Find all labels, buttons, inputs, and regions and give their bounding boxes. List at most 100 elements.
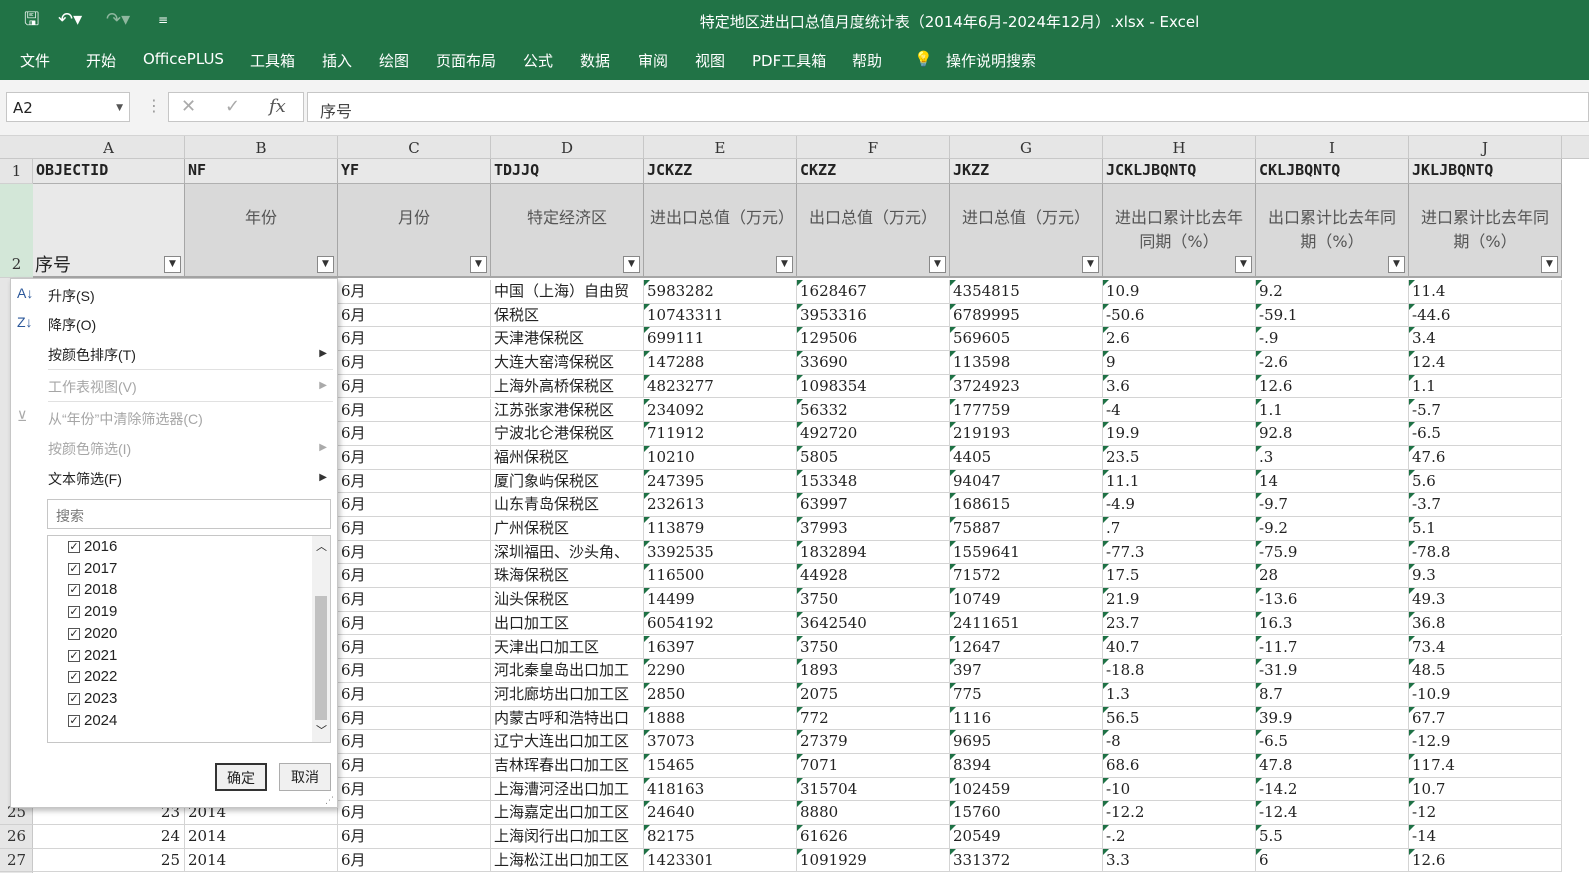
filter-value-item[interactable]: ✓ 2023 bbox=[68, 690, 117, 707]
table-cell[interactable]: -14 bbox=[1409, 825, 1562, 849]
table-cell[interactable]: 宁波北仑港保税区 bbox=[491, 422, 644, 446]
table-cell[interactable]: 25 bbox=[33, 848, 185, 873]
table-cell[interactable]: 33690 bbox=[797, 351, 950, 375]
table-cell[interactable]: 1091929 bbox=[797, 848, 950, 873]
filter-dropdown-icon[interactable]: ▼ bbox=[623, 256, 640, 273]
checkbox-checked-icon[interactable]: ✓ bbox=[68, 714, 80, 727]
table-cell[interactable]: -3.7 bbox=[1409, 493, 1562, 517]
table-cell[interactable]: 天津港保税区 bbox=[491, 327, 644, 352]
table-cell[interactable]: -2.6 bbox=[1256, 351, 1409, 375]
formula-input[interactable]: 序号 bbox=[307, 92, 1589, 122]
table-cell[interactable]: 1832894 bbox=[797, 540, 950, 565]
table-cell[interactable]: -44.6 bbox=[1409, 303, 1562, 328]
table-cell[interactable]: 492720 bbox=[797, 422, 950, 446]
table-cell[interactable]: 19.9 bbox=[1103, 422, 1256, 446]
filter-value-item[interactable]: ✓ 2024 bbox=[68, 712, 117, 729]
checkbox-checked-icon[interactable]: ✓ bbox=[68, 606, 80, 619]
table-cell[interactable]: 深圳福田、沙头角、 bbox=[491, 540, 644, 565]
table-cell[interactable]: 6 bbox=[1256, 848, 1409, 873]
table-cell[interactable]: 2075 bbox=[797, 682, 950, 707]
checkbox-checked-icon[interactable]: ✓ bbox=[68, 627, 80, 640]
table-cell[interactable]: 天津出口加工区 bbox=[491, 635, 644, 660]
table-cell[interactable]: 63997 bbox=[797, 493, 950, 517]
table-cell[interactable]: 16.3 bbox=[1256, 611, 1409, 636]
table-cell[interactable]: 234092 bbox=[644, 398, 797, 423]
table-cell[interactable]: 中国（上海）自由贸 bbox=[491, 280, 644, 304]
table-cell[interactable]: 6054192 bbox=[644, 611, 797, 636]
table-cell[interactable]: 6月 bbox=[338, 540, 491, 565]
table-cell[interactable]: 10743311 bbox=[644, 303, 797, 328]
table-cell[interactable]: 47.8 bbox=[1256, 754, 1409, 778]
table-cell[interactable]: 12.4 bbox=[1409, 351, 1562, 375]
chevron-down-icon[interactable]: ﹀ bbox=[316, 722, 327, 738]
table-cell[interactable]: 上海嘉定出口加工区 bbox=[491, 801, 644, 826]
column-header-c[interactable]: C bbox=[338, 136, 491, 159]
table-cell[interactable]: 1.1 bbox=[1256, 398, 1409, 423]
table-cell[interactable]: 6月 bbox=[338, 848, 491, 873]
tab-pdf-toolbox[interactable]: PDF工具箱 bbox=[752, 50, 826, 71]
table-cell[interactable]: 67.7 bbox=[1409, 706, 1562, 731]
filter-value-item[interactable]: ✓ 2022 bbox=[68, 668, 117, 685]
column-header-g[interactable]: G bbox=[950, 136, 1103, 159]
table-cell[interactable]: 8.7 bbox=[1256, 682, 1409, 707]
table-cell[interactable]: 27379 bbox=[797, 730, 950, 754]
checkbox-checked-icon[interactable]: ✓ bbox=[68, 562, 80, 575]
table-cell[interactable]: 6月 bbox=[338, 280, 491, 304]
table-cell[interactable]: 广州保税区 bbox=[491, 517, 644, 541]
table-cell[interactable]: 3750 bbox=[797, 635, 950, 660]
tab-home[interactable]: 开始 bbox=[86, 50, 116, 71]
table-cell[interactable]: 河北廊坊出口加工区 bbox=[491, 682, 644, 707]
table-cell[interactable]: 6月 bbox=[338, 351, 491, 375]
table-cell[interactable]: 1888 bbox=[644, 706, 797, 731]
table-cell[interactable]: -4 bbox=[1103, 398, 1256, 423]
checkbox-checked-icon[interactable]: ✓ bbox=[68, 692, 80, 705]
table-cell[interactable]: 10.9 bbox=[1103, 280, 1256, 304]
resize-grip-icon[interactable]: ⋰ bbox=[325, 795, 334, 806]
table-cell[interactable]: 2014 bbox=[185, 848, 338, 873]
table-cell[interactable]: 10210 bbox=[644, 445, 797, 470]
filter-value-item[interactable]: ✓ 2020 bbox=[68, 625, 117, 642]
tab-file[interactable]: 文件 bbox=[20, 50, 50, 71]
column-header-i[interactable]: I bbox=[1256, 136, 1409, 159]
table-cell[interactable]: 6月 bbox=[338, 754, 491, 778]
insert-function-icon[interactable]: fx bbox=[269, 96, 286, 117]
table-cell[interactable]: 4823277 bbox=[644, 374, 797, 399]
table-cell[interactable]: -50.6 bbox=[1103, 303, 1256, 328]
table-cell[interactable]: -18.8 bbox=[1103, 659, 1256, 683]
filter-dropdown-icon[interactable]: ▼ bbox=[1541, 256, 1558, 273]
table-cell[interactable]: 56.5 bbox=[1103, 706, 1256, 731]
table-cell[interactable]: 6月 bbox=[338, 611, 491, 636]
table-cell[interactable]: 山东青岛保税区 bbox=[491, 493, 644, 517]
filter-value-item[interactable]: ✓ 2019 bbox=[68, 603, 117, 620]
table-cell[interactable]: 6月 bbox=[338, 374, 491, 399]
table-cell[interactable]: 47.6 bbox=[1409, 445, 1562, 470]
table-cell[interactable]: 39.9 bbox=[1256, 706, 1409, 731]
table-cell[interactable]: 6月 bbox=[338, 493, 491, 517]
table-cell[interactable]: 5.1 bbox=[1409, 517, 1562, 541]
column-header-a[interactable]: A bbox=[33, 136, 185, 159]
table-cell[interactable]: 569605 bbox=[950, 327, 1103, 352]
filter-value-item[interactable]: ✓ 2021 bbox=[68, 647, 117, 664]
table-cell[interactable]: 1628467 bbox=[797, 280, 950, 304]
table-cell[interactable]: 168615 bbox=[950, 493, 1103, 517]
table-cell[interactable]: 28 bbox=[1256, 564, 1409, 589]
table-cell[interactable]: 6月 bbox=[338, 801, 491, 826]
table-cell[interactable]: 汕头保税区 bbox=[491, 588, 644, 612]
table-cell[interactable]: -12.2 bbox=[1103, 801, 1256, 826]
table-cell[interactable]: 14 bbox=[1256, 469, 1409, 494]
table-cell[interactable]: 177759 bbox=[950, 398, 1103, 423]
table-cell[interactable]: -9.7 bbox=[1256, 493, 1409, 517]
table-cell[interactable]: 6789995 bbox=[950, 303, 1103, 328]
filter-dropdown-icon[interactable]: ▼ bbox=[164, 256, 181, 273]
table-cell[interactable]: -5.7 bbox=[1409, 398, 1562, 423]
table-cell[interactable]: 6月 bbox=[338, 635, 491, 660]
table-cell[interactable]: -4.9 bbox=[1103, 493, 1256, 517]
table-cell[interactable]: 珠海保税区 bbox=[491, 564, 644, 589]
table-cell[interactable]: 11.4 bbox=[1409, 280, 1562, 304]
table-cell[interactable]: 61626 bbox=[797, 825, 950, 849]
table-cell[interactable]: 3724923 bbox=[950, 374, 1103, 399]
row-header[interactable]: 26 bbox=[0, 825, 33, 849]
table-cell[interactable]: 1098354 bbox=[797, 374, 950, 399]
sort-by-color[interactable]: 按颜色排序(T) bbox=[48, 345, 136, 365]
table-cell[interactable]: 上海松江出口加工区 bbox=[491, 848, 644, 873]
